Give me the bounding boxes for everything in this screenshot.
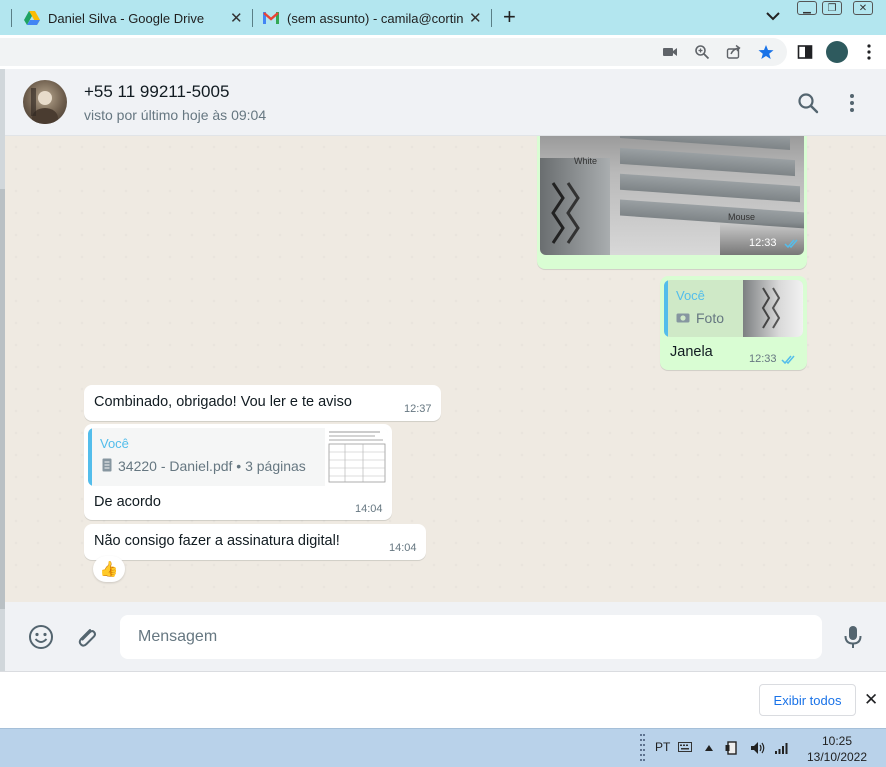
message-text: De acordo	[94, 494, 161, 510]
clock-date: 13/10/2022	[806, 750, 868, 764]
quoted-thumbnail	[743, 280, 803, 337]
quoted-message[interactable]: Você Foto	[664, 280, 803, 337]
google-drive-icon	[24, 11, 40, 25]
search-icon[interactable]	[796, 91, 820, 115]
bookmark-star-icon[interactable]	[758, 44, 774, 60]
message-time: 14:04	[389, 542, 417, 554]
quoted-description: Foto	[696, 310, 725, 326]
microphone-icon[interactable]	[840, 624, 866, 650]
quoted-author: Você	[676, 288, 705, 303]
message-reaction[interactable]: 👍	[93, 556, 125, 582]
restore-icon[interactable]: ❐	[822, 1, 842, 15]
camera-icon[interactable]	[662, 44, 678, 60]
document-icon	[102, 458, 112, 472]
quoted-author: Você	[100, 436, 129, 451]
contact-name[interactable]: +55 11 99211-5005	[84, 82, 229, 102]
message-reply-incoming[interactable]: Você 34220 - Daniel.pdf • 3 páginas De a…	[84, 424, 392, 520]
chat-header[interactable]: +55 11 99211-5005 visto por último hoje …	[5, 69, 886, 136]
browser-menu-icon[interactable]	[866, 44, 872, 60]
tab-separator	[491, 9, 492, 27]
message-list[interactable]: White Mouse 12:33 Você Foto Janela 12:33…	[5, 136, 886, 602]
message-time: 12:33	[749, 353, 777, 365]
composer-bar	[5, 602, 886, 671]
chevron-down-icon[interactable]	[765, 6, 781, 26]
message-text-incoming[interactable]: Não consigo fazer a assinatura digital! …	[84, 524, 426, 560]
emoji-icon[interactable]	[28, 624, 54, 650]
tab-close-icon[interactable]: ✕	[469, 9, 482, 27]
message-text-incoming[interactable]: Combinado, obrigado! Vou ler e te aviso …	[84, 385, 441, 421]
document-thumbnail	[325, 428, 388, 486]
message-image-outgoing[interactable]: White Mouse 12:33	[537, 136, 807, 269]
tab-title: (sem assunto) - camila@cortinat	[287, 10, 463, 26]
menu-icon[interactable]	[840, 91, 864, 115]
address-bar	[0, 35, 886, 69]
show-hidden-icons-icon[interactable]	[704, 744, 714, 752]
photo-label: Mouse	[728, 212, 756, 222]
attach-icon[interactable]	[73, 624, 99, 650]
message-time: 14:04	[355, 503, 383, 515]
taskbar: PT 10:25 13/10/2022	[0, 728, 886, 767]
volume-icon[interactable]	[750, 741, 766, 755]
whatsapp-web: +55 11 99211-5005 visto por último hoje …	[0, 69, 886, 671]
tab-title: Daniel Silva - Google Drive	[48, 10, 205, 26]
message-reply-outgoing[interactable]: Você Foto Janela 12:33	[660, 276, 807, 370]
read-receipt-icon	[784, 239, 798, 249]
tab-separator	[11, 9, 12, 27]
message-text: Não consigo fazer a assinatura digital!	[94, 533, 340, 549]
taskbar-grip	[640, 734, 645, 761]
tab-close-icon[interactable]: ✕	[230, 9, 243, 27]
device-icon[interactable]	[725, 740, 739, 756]
profile-avatar[interactable]	[826, 41, 848, 63]
downloads-bar: Exibir todos ✕	[0, 671, 886, 728]
share-icon[interactable]	[726, 44, 742, 60]
keyboard-icon[interactable]	[678, 742, 692, 752]
language-indicator[interactable]: PT	[655, 727, 670, 766]
contact-last-seen: visto por último hoje às 09:04	[84, 107, 267, 123]
network-signal-icon[interactable]	[774, 741, 790, 755]
quoted-message[interactable]: Você 34220 - Daniel.pdf • 3 páginas	[88, 428, 388, 486]
contact-avatar[interactable]	[23, 80, 67, 124]
message-input[interactable]	[120, 615, 822, 659]
tab-gmail[interactable]: (sem assunto) - camila@cortinat ✕	[263, 3, 483, 33]
message-photo[interactable]: White Mouse 12:33	[540, 136, 804, 255]
read-receipt-icon	[781, 355, 795, 365]
message-text: Combinado, obrigado! Vou ler e te aviso	[94, 394, 352, 410]
close-window-icon[interactable]: ✕	[853, 1, 873, 15]
message-text: Janela	[670, 344, 713, 360]
photo-label: White	[574, 156, 598, 166]
gmail-icon	[263, 12, 279, 24]
zoom-icon[interactable]	[694, 44, 710, 60]
browser-tab-strip: Daniel Silva - Google Drive ✕ (sem assun…	[0, 0, 886, 35]
thumbs-up-icon: 👍	[99, 561, 119, 578]
message-time: 12:37	[404, 403, 432, 415]
minimize-icon[interactable]: ▁	[797, 1, 817, 15]
side-panel-icon[interactable]	[797, 44, 813, 60]
new-tab-button[interactable]: +	[503, 4, 516, 30]
taskbar-clock[interactable]: 10:25 13/10/2022	[800, 733, 874, 765]
quoted-description: 34220 - Daniel.pdf • 3 páginas	[118, 458, 306, 474]
tab-separator	[252, 9, 253, 27]
tab-google-drive[interactable]: Daniel Silva - Google Drive ✕	[24, 3, 252, 33]
clock-time: 10:25	[821, 734, 853, 748]
message-time: 12:33	[749, 237, 777, 249]
close-downloads-icon[interactable]: ✕	[864, 690, 878, 710]
show-all-downloads-button[interactable]: Exibir todos	[759, 684, 856, 716]
camera-icon	[676, 313, 690, 323]
